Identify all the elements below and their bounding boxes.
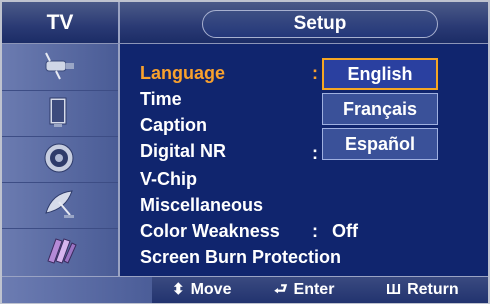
header-bar: TV Setup: [2, 2, 488, 44]
monitor-icon: [49, 97, 67, 127]
menu-item-color-weakness-separator: :: [312, 221, 318, 241]
footer-bar: ⬍ Move ⮐ Enter Ш Return: [2, 276, 488, 303]
footer-return-hint: Ш Return: [386, 277, 459, 303]
menu-item-digital-nr-separator: :: [312, 143, 318, 163]
category-setup[interactable]: [2, 228, 118, 274]
antenna-plug-icon: [45, 52, 74, 80]
menu-category-column: [2, 44, 120, 276]
menu-item-caption[interactable]: Caption: [140, 114, 207, 136]
page-title: Setup: [293, 13, 347, 34]
menu-item-language-separator: :: [312, 63, 318, 83]
menu-item-color-weakness[interactable]: Color Weakness: [140, 220, 280, 242]
menu-item-miscellaneous[interactable]: Miscellaneous: [140, 194, 263, 216]
menu-item-v-chip[interactable]: V-Chip: [140, 168, 197, 190]
footer-move-label: Move: [190, 281, 232, 298]
speaker-icon: [44, 143, 74, 173]
language-option-francais[interactable]: Français: [322, 93, 438, 125]
menu-item-language[interactable]: Language: [140, 62, 225, 84]
footer-return-label: Return: [407, 281, 459, 298]
tv-osd-window: TV Setup Language: Time Caption Digital…: [0, 0, 490, 304]
header-divider: [118, 2, 120, 43]
category-picture[interactable]: [2, 90, 118, 137]
category-input[interactable]: [2, 44, 118, 91]
footer-enter-label: Enter: [293, 281, 335, 298]
menu-item-digital-nr[interactable]: Digital NR: [140, 140, 226, 162]
category-sound[interactable]: [2, 136, 118, 183]
satellite-dish-icon: [45, 190, 74, 218]
menu-item-screen-burn-protection[interactable]: Screen Burn Protection: [140, 246, 341, 268]
language-option-english[interactable]: English: [322, 58, 438, 90]
color-weakness-value: Off: [332, 221, 358, 241]
footer-enter-hint: ⮐ Enter: [274, 277, 334, 303]
footer-move-hint: ⬍ Move: [172, 277, 231, 303]
return-icon: Ш: [386, 281, 402, 298]
category-channel[interactable]: [2, 182, 118, 229]
section-label: TV: [46, 11, 74, 34]
menu-item-time[interactable]: Time: [140, 88, 182, 110]
language-option-espanol[interactable]: Español: [322, 128, 438, 160]
footer-accent: [2, 277, 152, 303]
enter-icon: ⮐: [274, 281, 288, 298]
input-plugs-icon: [47, 238, 77, 264]
move-arrows-icon: ⬍: [172, 281, 185, 298]
